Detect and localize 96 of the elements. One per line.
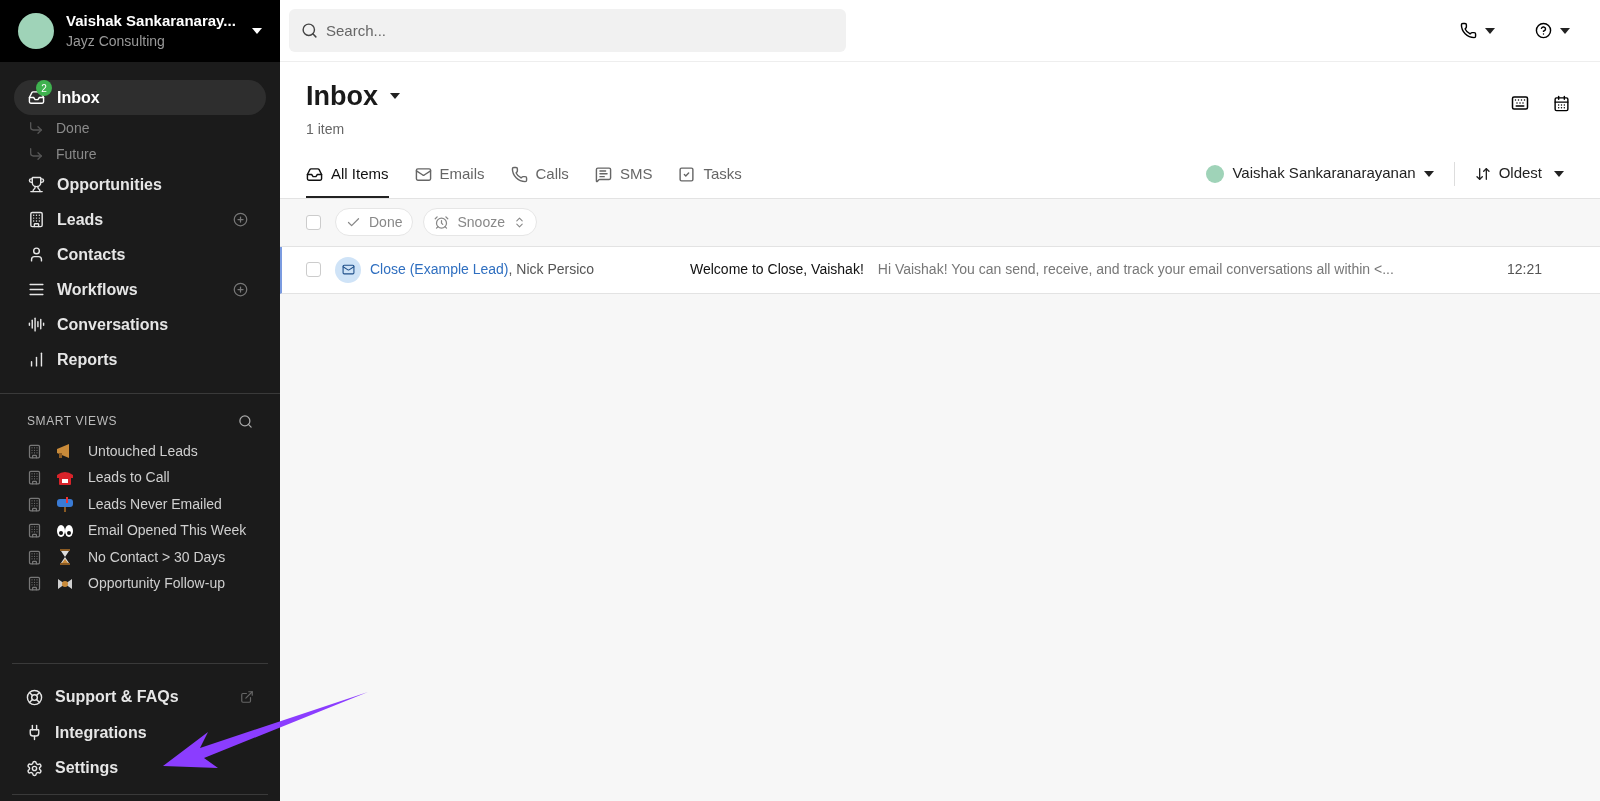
eyes-icon <box>56 522 74 539</box>
nav-item[interactable]: 2 Inbox <box>14 80 266 115</box>
add-icon <box>233 212 248 227</box>
building-icon <box>27 549 42 565</box>
caret-icon <box>390 93 400 100</box>
smart-view-item[interactable]: Leads Never Emailed <box>27 491 253 518</box>
page-title: Inbox <box>306 80 378 113</box>
building-icon <box>27 523 42 539</box>
email-time: 12:21 <box>1506 260 1542 279</box>
help-icon <box>1535 22 1552 39</box>
nav-label: Contacts <box>57 244 127 265</box>
nav-item[interactable]: Conversations <box>14 307 266 342</box>
search-input[interactable]: Search... <box>326 18 834 43</box>
inbox-row[interactable]: Close (Example Lead), Nick Persico Welcome to Close, Vaishak! Hi Vaishak! You can send, receive, and track your email conversations all within <... 12:21 <box>280 246 1600 294</box>
smart-view-item[interactable]: Untouched Leads <box>27 438 253 465</box>
telephone-icon <box>56 469 74 486</box>
email-subject: Welcome to Close, Vaishak! <box>690 260 864 279</box>
smart-view-item[interactable]: Leads to Call <box>27 464 253 491</box>
mailbox-icon <box>56 496 74 513</box>
email-preview: Hi Vaishak! You can send, receive, and track your email conversations all within <... <box>877 260 1394 279</box>
account-name: Vaishak Sankaranaray... <box>66 11 237 31</box>
avatar <box>18 13 54 49</box>
caret-icon <box>1554 170 1564 177</box>
sort-icon <box>1474 165 1491 182</box>
tab[interactable]: SMS <box>594 159 653 198</box>
tab[interactable]: Calls <box>510 159 569 198</box>
tab[interactable]: Tasks <box>678 159 742 198</box>
tab[interactable]: Emails <box>414 159 485 198</box>
action-button[interactable]: Done <box>335 208 414 236</box>
keyboard-icon[interactable] <box>1511 94 1529 112</box>
alarm-clock-icon <box>434 214 450 230</box>
nav-item[interactable]: Opportunities <box>14 167 266 202</box>
action-button[interactable]: Snooze <box>423 208 537 236</box>
add-icon <box>233 282 248 297</box>
smart-view-item[interactable]: Opportunity Follow-up <box>27 570 253 597</box>
nav-item[interactable]: Contacts <box>14 237 266 272</box>
checkbox[interactable] <box>306 262 321 277</box>
message-icon <box>594 166 612 183</box>
building-icon <box>27 470 42 486</box>
caret-icon <box>1560 27 1570 34</box>
caret-icon <box>252 28 262 34</box>
account-header[interactable]: Vaishak Sankaranaray... Jayz Consulting <box>0 0 280 62</box>
checkbox-icon <box>678 166 696 183</box>
trophy-icon <box>28 176 45 193</box>
corner-arrow-icon <box>28 146 44 162</box>
person-icon <box>28 246 45 263</box>
section-heading: SMART VIEWS <box>27 413 118 430</box>
building-icon <box>27 496 42 512</box>
building-icon <box>27 576 42 592</box>
search-field[interactable]: Search... <box>289 9 846 52</box>
user-filter[interactable]: Vaishak Sankaranarayanan <box>1206 162 1434 185</box>
nav-item[interactable]: Settings <box>26 750 254 786</box>
nav-item[interactable]: Workflows <box>14 272 266 307</box>
calendar-icon[interactable] <box>1553 94 1570 112</box>
nav-label: Inbox <box>57 87 101 108</box>
lines-icon <box>28 281 45 298</box>
corner-arrow-icon <box>28 120 44 136</box>
nav-item[interactable]: Support & FAQs <box>26 679 254 715</box>
company-name: Jayz Consulting <box>66 32 166 51</box>
phone-icon <box>1460 22 1477 39</box>
bar-chart-icon <box>28 351 45 368</box>
email-badge <box>335 256 361 283</box>
phone-icon <box>510 166 528 183</box>
nav-subitem[interactable]: Done <box>14 115 266 141</box>
sort-dropdown[interactable]: Oldest <box>1474 162 1574 185</box>
nav-label: Conversations <box>57 314 170 335</box>
nav-label: Workflows <box>57 279 139 300</box>
contact-name: , Nick Persico <box>508 260 595 279</box>
nav-label: Reports <box>57 349 119 370</box>
settings-icon <box>26 759 43 777</box>
phone-menu-button[interactable] <box>1460 22 1495 39</box>
nav-label: Leads <box>57 209 105 230</box>
nav-item[interactable]: Leads <box>14 202 266 237</box>
sound-wave-icon <box>28 316 45 333</box>
nav-item[interactable]: Reports <box>14 342 266 377</box>
caret-icon <box>1485 27 1495 34</box>
search-icon <box>301 22 318 39</box>
checkbox[interactable] <box>306 214 321 230</box>
search-icon[interactable] <box>238 413 253 429</box>
lifebuoy-icon <box>26 688 43 706</box>
building-icon <box>27 443 42 459</box>
smart-view-item[interactable]: No Contact > 30 Days <box>27 544 253 571</box>
nav-subitem[interactable]: Future <box>14 141 266 167</box>
item-count: 1 item <box>306 119 346 139</box>
inbox-tray-icon <box>306 166 323 183</box>
smart-view-item[interactable]: Email Opened This Week <box>27 517 253 544</box>
lead-link[interactable]: Close (Example Lead) <box>370 259 509 280</box>
external-link-icon <box>240 690 254 705</box>
nav-item[interactable]: Integrations <box>26 715 254 751</box>
help-menu-button[interactable] <box>1535 22 1570 39</box>
caret-icon <box>1423 170 1434 177</box>
count-badge: 2 <box>36 80 52 96</box>
avatar <box>1206 164 1225 183</box>
envelope-icon <box>414 166 432 183</box>
building-icon <box>28 211 45 228</box>
nav-label: Opportunities <box>57 174 163 195</box>
